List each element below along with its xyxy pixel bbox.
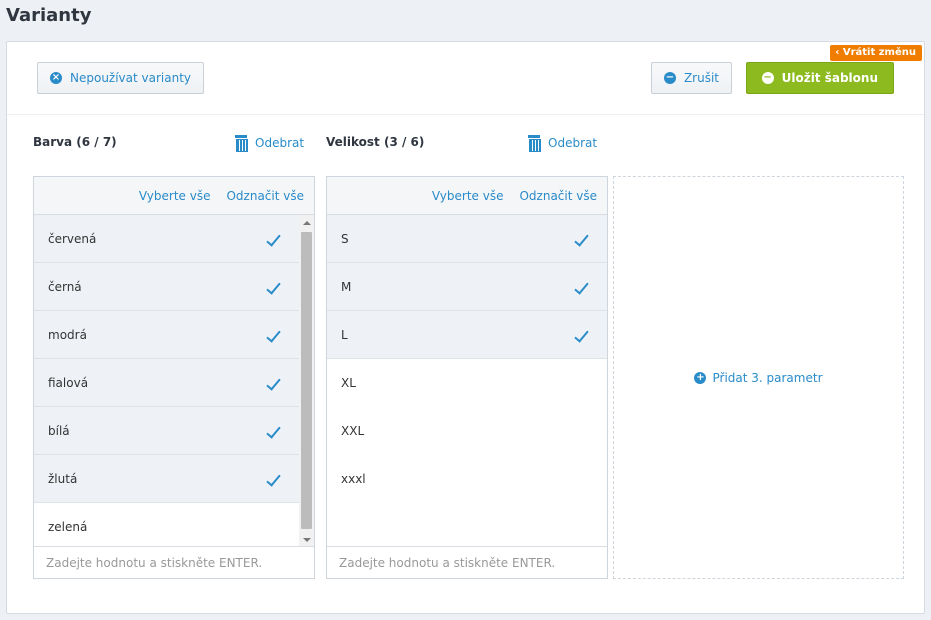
list-item[interactable]: bílá — [34, 407, 314, 455]
list-item-label: M — [341, 279, 352, 294]
plus-circle-icon: + — [694, 371, 707, 384]
list-item-label: XL — [341, 376, 356, 390]
panel-header: Vyberte vše Odznačit vše — [327, 177, 607, 215]
value-list[interactable]: S M L XL XXL xxxl — [327, 215, 607, 548]
list-item-label: XXL — [341, 424, 365, 438]
list-item[interactable]: žlutá — [34, 455, 314, 503]
param-panel-barva: Vyberte vše Odznačit vše červená černá mod… — [33, 176, 315, 579]
checkmark-icon — [266, 327, 281, 343]
new-value-input[interactable] — [34, 546, 314, 578]
save-template-button[interactable]: − Uložit šablonu — [745, 62, 894, 94]
list-item[interactable]: XXL — [327, 407, 607, 455]
cancel-button[interactable]: − Zrušit — [650, 62, 732, 94]
no-variants-label: Nepoužívat varianty — [70, 71, 192, 85]
list-item[interactable]: L — [327, 311, 607, 359]
list-item-label: L — [341, 327, 348, 342]
list-item-label: černá — [48, 279, 82, 294]
trash-icon — [528, 135, 541, 152]
list-item-label: červená — [48, 231, 97, 246]
list-item[interactable]: fialová — [34, 359, 314, 407]
scrollbar[interactable] — [299, 215, 314, 548]
checkmark-icon — [266, 279, 281, 295]
list-item-label: xxxl — [341, 472, 366, 486]
param-panel-velikost: Vyberte vše Odznačit vše S M L XL XXL xxxl — [326, 176, 608, 579]
list-item[interactable]: černá — [34, 263, 314, 311]
list-item-label: fialová — [48, 375, 89, 390]
scrollbar-thumb[interactable] — [301, 232, 312, 529]
list-item-label: S — [341, 231, 349, 246]
list-item[interactable]: XL — [327, 359, 607, 407]
checkmark-icon — [574, 231, 589, 247]
checkmark-icon — [574, 279, 589, 295]
variants-card: ‹ Vrátit změnu × Nepoužívat varianty − Z… — [6, 41, 925, 614]
checkmark-icon — [266, 375, 281, 391]
trash-icon — [235, 135, 248, 152]
scroll-down-icon[interactable] — [303, 538, 311, 542]
list-item[interactable]: S — [327, 215, 607, 263]
add-param-label: Přidat 3. parametr — [712, 370, 823, 385]
scroll-up-icon[interactable] — [303, 221, 311, 225]
checkmark-icon — [266, 231, 281, 247]
remove-param-barva-button[interactable]: Odebrat — [235, 135, 305, 152]
checkmark-icon — [574, 327, 589, 343]
select-all-link[interactable]: Vyberte vše — [139, 189, 211, 203]
variants-toolbar: × Nepoužívat varianty − Zrušit − Uložit … — [7, 42, 924, 115]
save-template-label: Uložit šablonu — [781, 71, 878, 85]
list-item-label: bílá — [48, 423, 70, 438]
list-item-label: modrá — [48, 327, 87, 342]
select-all-link[interactable]: Vyberte vše — [432, 189, 504, 203]
list-item[interactable]: zelená — [34, 503, 314, 548]
panel-header: Vyberte vše Odznačit vše — [34, 177, 314, 215]
param-title-barva: Barva (6 / 7) — [33, 135, 117, 149]
cancel-label: Zrušit — [683, 71, 719, 85]
new-value-input[interactable] — [327, 546, 607, 578]
value-list[interactable]: červená černá modrá fialová bílá žlutá zelená — [34, 215, 314, 548]
minus-circle-icon: − — [761, 72, 774, 84]
list-item[interactable]: červená — [34, 215, 314, 263]
minus-circle-icon: − — [663, 72, 676, 84]
remove-label: Odebrat — [548, 135, 598, 150]
remove-label: Odebrat — [255, 135, 305, 150]
checkmark-icon — [266, 423, 281, 439]
list-item-label: zelená — [48, 520, 88, 534]
checkmark-icon — [266, 471, 281, 487]
deselect-all-link[interactable]: Odznačit vše — [519, 189, 597, 203]
close-circle-icon: × — [50, 72, 62, 84]
list-item[interactable]: modrá — [34, 311, 314, 359]
param-title-velikost: Velikost (3 / 6) — [326, 135, 425, 149]
deselect-all-link[interactable]: Odznačit vše — [226, 189, 304, 203]
add-param-area[interactable]: + Přidat 3. parametr — [613, 176, 904, 579]
no-variants-button[interactable]: × Nepoužívat varianty — [37, 62, 205, 94]
list-item[interactable]: M — [327, 263, 607, 311]
list-item[interactable]: xxxl — [327, 455, 607, 503]
list-item-label: žlutá — [48, 471, 78, 486]
page-title: Varianty — [6, 5, 92, 26]
remove-param-velikost-button[interactable]: Odebrat — [528, 135, 598, 152]
